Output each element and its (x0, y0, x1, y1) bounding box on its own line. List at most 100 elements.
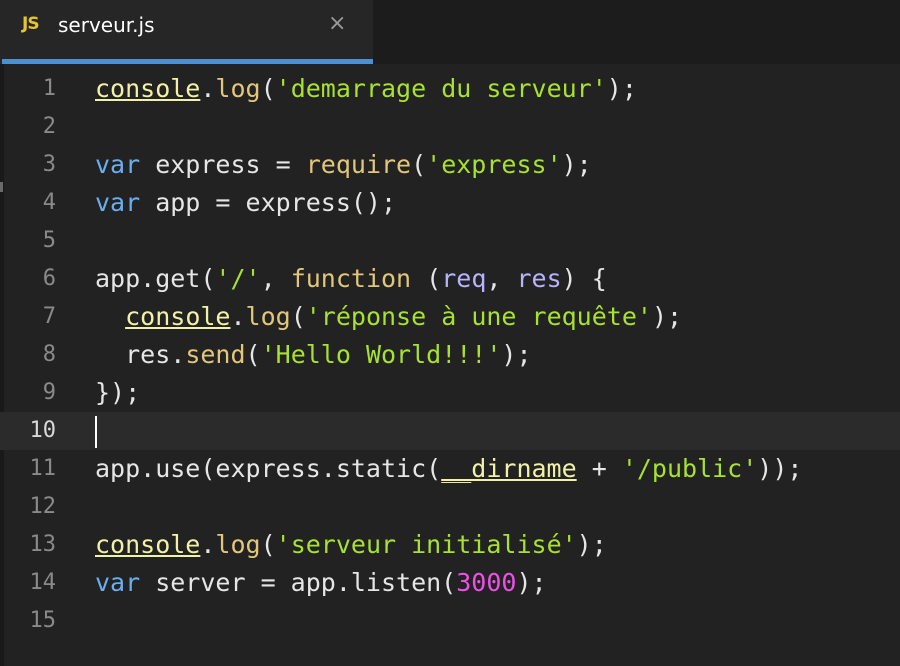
code-token: app.use(express.static( (95, 454, 442, 483)
code-token: __dirname (441, 454, 577, 483)
code-line[interactable]: 1 console.log('demarrage du serveur'); (0, 70, 900, 108)
code-line[interactable]: 6 app.get('/', function (req, res) { (0, 260, 900, 298)
code-line[interactable]: 3 var express = require('express'); (0, 146, 900, 184)
line-text: }); (95, 374, 140, 412)
code-token: req (441, 264, 487, 293)
code-line[interactable]: 15 (0, 602, 900, 640)
code-token: var (95, 568, 141, 597)
line-text: app.use(express.static(__dirname + '/pub… (95, 450, 802, 488)
tab-bar: JS serveur.js × (0, 0, 900, 64)
code-line[interactable]: 7 console.log('réponse à une requête'); (0, 298, 900, 336)
text-cursor (95, 416, 97, 448)
tab-title: serveur.js (58, 13, 155, 37)
code-line[interactable]: 9}); (0, 374, 900, 412)
code-token: server = app.listen( (140, 568, 457, 597)
code-token: express = (140, 150, 306, 179)
code-token: log (215, 530, 261, 559)
code-token: require (305, 150, 412, 179)
line-text: console.log('serveur initialisé'); (95, 526, 607, 564)
code-token: ); (501, 340, 532, 369)
code-token: console (95, 74, 201, 103)
code-token: , (260, 264, 291, 293)
code-token: )); (757, 454, 803, 483)
code-token: console (125, 302, 231, 331)
code-token: ( (290, 302, 306, 331)
code-token: ); (651, 302, 683, 331)
code-token: app.get( (95, 264, 216, 293)
code-line[interactable]: 5 (0, 222, 900, 260)
code-line[interactable]: 2 (0, 108, 900, 146)
code-line[interactable]: 14 var server = app.listen(3000); (0, 564, 900, 602)
code-token: console (95, 530, 201, 559)
line-number: 1 (42, 76, 56, 101)
code-line[interactable]: 8 res.send('Hello World!!!'); (0, 336, 900, 374)
code-token: function (290, 264, 412, 293)
line-number: 9 (42, 380, 56, 405)
code-token: }); (95, 378, 141, 407)
code-token: '/public' (621, 454, 758, 483)
code-token: ); (561, 150, 592, 179)
line-text: var app = express(); (95, 184, 396, 222)
code-token: send (185, 340, 246, 369)
code-token: '/' (215, 264, 261, 293)
line-number: 5 (42, 228, 56, 253)
code-token: 'serveur initialisé' (275, 530, 577, 559)
code-token: log (245, 302, 291, 331)
line-text (95, 412, 97, 450)
line-number: 12 (29, 494, 57, 519)
code-token: , (486, 264, 517, 293)
code-token: . (200, 74, 216, 103)
line-number: 14 (29, 570, 57, 595)
line-text: console.log('réponse à une requête'); (95, 298, 682, 336)
code-token: 'Hello World!!!' (260, 340, 502, 369)
line-number: 7 (42, 304, 56, 329)
code-area[interactable]: 1 console.log('demarrage du serveur'); 2 3 v… (0, 70, 900, 640)
code-line[interactable]: 12 (0, 488, 900, 526)
code-token: app = express(); (140, 188, 397, 217)
code-token: ) { (561, 264, 607, 293)
active-tab-indicator (2, 59, 373, 64)
code-editor[interactable]: JS serveur.js × 1 console.log('demarrage … (0, 0, 900, 666)
code-token: var (95, 150, 141, 179)
code-token: 'demarrage du serveur' (275, 74, 607, 103)
line-number: 2 (42, 114, 56, 139)
code-token: log (215, 74, 261, 103)
code-token: . (200, 530, 216, 559)
code-token: ( (411, 150, 427, 179)
line-number: 13 (29, 532, 57, 557)
code-line[interactable]: 4 var app = express(); (0, 184, 900, 222)
line-number: 11 (29, 456, 57, 481)
line-number: 8 (42, 342, 56, 367)
line-text: var express = require('express'); (95, 146, 592, 184)
code-token: ); (516, 568, 547, 597)
line-number: 3 (42, 152, 56, 177)
code-token: var (95, 188, 141, 217)
js-file-icon: JS (22, 14, 40, 34)
tab-serveur-js[interactable]: JS serveur.js × (0, 0, 373, 64)
line-text: var server = app.listen(3000); (95, 564, 547, 602)
line-text: res.send('Hello World!!!'); (95, 336, 532, 374)
code-token: ( (411, 264, 442, 293)
code-token: 3000 (456, 568, 517, 597)
code-token: res (516, 264, 562, 293)
line-number: 10 (29, 418, 57, 443)
line-number: 6 (42, 266, 56, 291)
close-icon[interactable]: × (328, 11, 346, 36)
code-token: . (230, 302, 246, 331)
line-number: 4 (42, 190, 56, 215)
code-token: ( (245, 340, 261, 369)
code-token: 'express' (426, 150, 562, 179)
code-token: + (576, 454, 622, 483)
line-text: app.get('/', function (req, res) { (95, 260, 607, 298)
code-token: ( (260, 530, 276, 559)
line-text: console.log('demarrage du serveur'); (95, 70, 637, 108)
code-line[interactable]: 13 console.log('serveur initialisé'); (0, 526, 900, 564)
code-token: ); (606, 74, 637, 103)
line-number: 15 (29, 608, 57, 633)
code-token: 'réponse à une requête' (305, 302, 652, 331)
code-token: ( (260, 74, 276, 103)
code-token: ); (576, 530, 607, 559)
code-line[interactable]: 11 app.use(express.static(__dirname + '/p… (0, 450, 900, 488)
code-line[interactable]: 10 (0, 412, 900, 450)
